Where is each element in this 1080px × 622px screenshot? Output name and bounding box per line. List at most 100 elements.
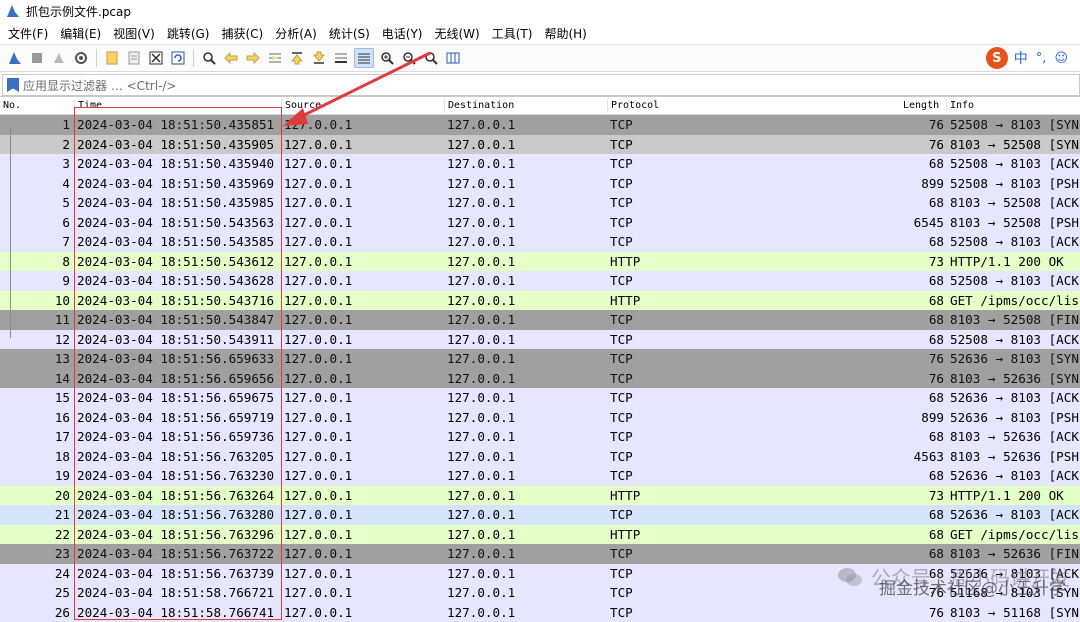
packet-time: 2024-03-04 18:51:50.435905: [77, 135, 274, 155]
display-filter-bar[interactable]: 应用显示过滤器 … <Ctrl-/>: [2, 74, 1080, 96]
packet-source: 127.0.0.1: [284, 408, 352, 428]
packet-row[interactable]: 262024-03-04 18:51:58.766741127.0.0.1127…: [0, 603, 1080, 622]
packet-time: 2024-03-04 18:51:50.435969: [77, 174, 274, 194]
menu-item[interactable]: 视图(V): [109, 25, 163, 42]
back-icon[interactable]: [222, 49, 240, 67]
column-header-destination[interactable]: Destination: [444, 99, 514, 113]
reload-icon[interactable]: [169, 49, 187, 67]
filter-bookmark-icon[interactable]: [7, 78, 19, 92]
packet-length: 68: [860, 427, 944, 447]
packet-row[interactable]: 182024-03-04 18:51:56.763205127.0.0.1127…: [0, 447, 1080, 467]
menu-item[interactable]: 工具(T): [488, 25, 541, 42]
packet-source: 127.0.0.1: [284, 369, 352, 389]
packet-info: 52636 → 8103 [ACK: [950, 466, 1079, 486]
packet-list[interactable]: No. Time Source Destination Protocol Len…: [0, 96, 1080, 622]
packet-row[interactable]: 232024-03-04 18:51:56.763722127.0.0.1127…: [0, 544, 1080, 564]
first-icon[interactable]: [288, 49, 306, 67]
menu-item[interactable]: 电话(Y): [378, 25, 431, 42]
display-filter-input[interactable]: 应用显示过滤器 … <Ctrl-/>: [23, 77, 176, 94]
packet-source: 127.0.0.1: [284, 330, 352, 350]
packet-row[interactable]: 172024-03-04 18:51:56.659736127.0.0.1127…: [0, 427, 1080, 447]
column-header-time[interactable]: Time: [74, 99, 102, 113]
packet-protocol: TCP: [610, 544, 633, 564]
packet-protocol: TCP: [610, 583, 633, 603]
packet-destination: 127.0.0.1: [447, 349, 515, 369]
packet-source: 127.0.0.1: [284, 349, 352, 369]
packet-row[interactable]: 212024-03-04 18:51:56.763280127.0.0.1127…: [0, 505, 1080, 525]
stop-icon[interactable]: [28, 49, 46, 67]
column-header-source[interactable]: Source: [281, 99, 321, 113]
packet-list-header: No. Time Source Destination Protocol Len…: [0, 97, 1080, 115]
packet-row[interactable]: 132024-03-04 18:51:56.659633127.0.0.1127…: [0, 349, 1080, 369]
menu-item[interactable]: 捕获(C): [217, 25, 271, 42]
packet-row[interactable]: 222024-03-04 18:51:56.763296127.0.0.1127…: [0, 525, 1080, 545]
forward-icon[interactable]: [244, 49, 262, 67]
packet-length: 68: [860, 310, 944, 330]
packet-protocol: TCP: [610, 310, 633, 330]
packet-row[interactable]: 152024-03-04 18:51:56.659675127.0.0.1127…: [0, 388, 1080, 408]
options-icon[interactable]: [72, 49, 90, 67]
menu-item[interactable]: 跳转(G): [163, 25, 218, 42]
zoom-out-icon[interactable]: [400, 49, 418, 67]
packet-row[interactable]: 12024-03-04 18:51:50.435851127.0.0.1127.…: [0, 115, 1080, 135]
packet-row[interactable]: 192024-03-04 18:51:56.763230127.0.0.1127…: [0, 466, 1080, 486]
packet-row[interactable]: 122024-03-04 18:51:50.543911127.0.0.1127…: [0, 330, 1080, 350]
packet-info: 52636 → 8103 [PSH: [950, 408, 1079, 428]
packet-protocol: HTTP: [610, 252, 640, 272]
packet-source: 127.0.0.1: [284, 135, 352, 155]
column-header-no[interactable]: No.: [0, 99, 21, 113]
autoscroll-icon[interactable]: [332, 49, 350, 67]
packet-protocol: TCP: [610, 213, 633, 233]
zoom-in-icon[interactable]: [378, 49, 396, 67]
packet-row[interactable]: 92024-03-04 18:51:50.543628127.0.0.1127.…: [0, 271, 1080, 291]
packet-row[interactable]: 32024-03-04 18:51:50.435940127.0.0.1127.…: [0, 154, 1080, 174]
menu-item[interactable]: 统计(S): [325, 25, 378, 42]
packet-destination: 127.0.0.1: [447, 544, 515, 564]
last-icon[interactable]: [310, 49, 328, 67]
column-header-length[interactable]: Length: [900, 99, 939, 113]
packet-destination: 127.0.0.1: [447, 408, 515, 428]
packet-time: 2024-03-04 18:51:50.543716: [77, 291, 274, 311]
packet-row[interactable]: 52024-03-04 18:51:50.435985127.0.0.1127.…: [0, 193, 1080, 213]
ime-punctuation-toggle[interactable]: °,: [1036, 51, 1047, 66]
packet-source: 127.0.0.1: [284, 544, 352, 564]
column-header-protocol[interactable]: Protocol: [607, 99, 659, 113]
go-to-icon[interactable]: [266, 49, 284, 67]
packet-time: 2024-03-04 18:51:50.543585: [77, 232, 274, 252]
find-icon[interactable]: [200, 49, 218, 67]
packet-row[interactable]: 62024-03-04 18:51:50.543563127.0.0.1127.…: [0, 213, 1080, 233]
sogou-ime-icon[interactable]: S: [986, 47, 1008, 69]
packet-row[interactable]: 22024-03-04 18:51:50.435905127.0.0.1127.…: [0, 135, 1080, 155]
menu-item[interactable]: 无线(W): [431, 25, 488, 42]
ime-language-toggle[interactable]: 中: [1014, 48, 1028, 68]
ime-toolbar[interactable]: S 中 °, ☺: [982, 46, 1080, 70]
zoom-normal-icon[interactable]: [422, 49, 440, 67]
resize-columns-icon[interactable]: [444, 49, 462, 67]
menu-item[interactable]: 编辑(E): [56, 25, 109, 42]
packet-row[interactable]: 202024-03-04 18:51:56.763264127.0.0.1127…: [0, 486, 1080, 506]
restart-icon[interactable]: [50, 49, 68, 67]
packet-row[interactable]: 102024-03-04 18:51:50.543716127.0.0.1127…: [0, 291, 1080, 311]
packet-info: 52508 → 8103 [PSH: [950, 174, 1079, 194]
packet-source: 127.0.0.1: [284, 486, 352, 506]
close-icon[interactable]: [147, 49, 165, 67]
packet-protocol: TCP: [610, 135, 633, 155]
packet-row[interactable]: 162024-03-04 18:51:56.659719127.0.0.1127…: [0, 408, 1080, 428]
packet-source: 127.0.0.1: [284, 603, 352, 622]
save-icon[interactable]: [125, 49, 143, 67]
menu-item[interactable]: 文件(F): [4, 25, 56, 42]
shark-fin-icon[interactable]: [6, 49, 24, 67]
packet-row[interactable]: 72024-03-04 18:51:50.543585127.0.0.1127.…: [0, 232, 1080, 252]
packet-row[interactable]: 112024-03-04 18:51:50.543847127.0.0.1127…: [0, 310, 1080, 330]
packet-row[interactable]: 42024-03-04 18:51:50.435969127.0.0.1127.…: [0, 174, 1080, 194]
open-icon[interactable]: [103, 49, 121, 67]
packet-no: 23: [0, 544, 70, 564]
packet-row[interactable]: 142024-03-04 18:51:56.659656127.0.0.1127…: [0, 369, 1080, 389]
packet-length: 76: [860, 115, 944, 135]
ime-emoji-icon[interactable]: ☺: [1054, 51, 1068, 66]
menu-item[interactable]: 帮助(H): [540, 25, 594, 42]
packet-row[interactable]: 82024-03-04 18:51:50.543612127.0.0.1127.…: [0, 252, 1080, 272]
menu-item[interactable]: 分析(A): [271, 25, 325, 42]
column-header-info[interactable]: Info: [946, 99, 974, 113]
colorize-icon[interactable]: [354, 48, 374, 68]
